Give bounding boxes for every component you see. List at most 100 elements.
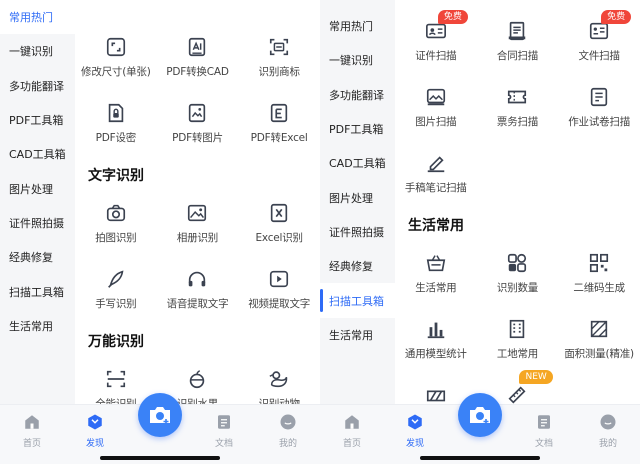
sidebar-item-id-photo[interactable]: 证件照拍摄 [320, 215, 395, 249]
home-indicator [100, 456, 220, 460]
sidebar-item-one-click[interactable]: 一键识别 [320, 43, 395, 77]
tool-label: 全能识别 [95, 398, 137, 404]
camera-icon [470, 407, 490, 424]
sidebar-item-restore[interactable]: 经典修复 [0, 240, 75, 274]
tool-label: 手写识别 [95, 298, 137, 310]
tool-trademark[interactable]: 识别商标 [238, 26, 320, 92]
sidebar-item-life[interactable]: 生活常用 [320, 318, 395, 352]
tool-label: 证件扫描 [415, 50, 457, 62]
sidebar-item-restore[interactable]: 经典修复 [320, 249, 395, 283]
tab-label: 发现 [85, 439, 104, 449]
new-badge: NEW [519, 370, 553, 384]
sidebar-item-image[interactable]: 图片处理 [0, 171, 75, 205]
tool-voice-extract[interactable]: 语音提取文字 [157, 258, 239, 324]
home-indicator [420, 456, 540, 460]
pdf-to-cad-icon [189, 37, 206, 57]
resize-icon [106, 37, 125, 57]
tab-label: 发现 [405, 439, 424, 449]
tool-excel-recognize[interactable]: Excel识别 [238, 192, 320, 258]
tool-handwriting[interactable]: 手写识别 [75, 258, 157, 324]
tab-home[interactable]: 首页 [7, 413, 57, 449]
sidebar-item-pdf[interactable]: PDF工具箱 [0, 103, 75, 137]
tool-label: Excel识别 [255, 232, 303, 244]
tool-area-measure[interactable]: 面积测量(精准) [558, 308, 640, 374]
tool-ticket-scan[interactable]: 票务扫描 [477, 76, 559, 142]
tool-pdf-to-image[interactable]: PDF转图片 [157, 92, 239, 158]
tool-pdf-lock[interactable]: PDF设密 [75, 92, 157, 158]
tool-notes-scan[interactable]: 手稿笔记扫描 [395, 142, 477, 208]
tool-count[interactable]: 识别数量 [477, 242, 559, 308]
tool-pdf-to-cad[interactable]: PDF转换CAD [157, 26, 239, 92]
camera-button[interactable] [138, 393, 182, 437]
tool-animal[interactable]: 识别动物 [238, 358, 320, 404]
area-measure-icon [590, 320, 608, 338]
tool-label: PDF转换CAD [166, 66, 229, 78]
tool-label: 识别动物 [258, 398, 300, 404]
excel-recognize-icon [270, 203, 288, 223]
tool-photo-recognize[interactable]: 拍图识别 [75, 192, 157, 258]
tool-file-scan[interactable]: 文件扫描 免费 [558, 10, 640, 76]
tool-label: 图片扫描 [415, 116, 457, 128]
handwriting-icon [107, 270, 124, 288]
tool-label: 视频提取文字 [248, 298, 311, 310]
tool-row: 手稿笔记扫描 [395, 142, 640, 208]
camera-button[interactable] [458, 393, 502, 437]
tool-construction[interactable]: 工地常用 [477, 308, 559, 374]
tab-documents[interactable]: 文档 [199, 413, 249, 449]
tool-label: PDF转图片 [172, 132, 223, 144]
voice-extract-icon [189, 271, 206, 287]
tab-home[interactable]: 首页 [327, 413, 377, 449]
sidebar-item-pdf[interactable]: PDF工具箱 [320, 112, 395, 146]
album-recognize-icon [188, 204, 207, 222]
image-scan-icon [426, 88, 445, 106]
tool-row: 图片扫描 票务扫描 作业试卷扫描 [395, 76, 640, 142]
tool-label: 票务扫描 [496, 116, 539, 128]
sidebar-item-cad[interactable]: CAD工具箱 [320, 146, 395, 180]
sidebar-item-life[interactable]: 生活常用 [0, 309, 75, 343]
discover-icon [88, 414, 102, 430]
tool-video-extract[interactable]: 视频提取文字 [238, 258, 320, 324]
sidebar-item-id-photo[interactable]: 证件照拍摄 [0, 206, 75, 240]
pdf-to-image-icon [189, 103, 206, 123]
tool-life[interactable]: 生活常用 [395, 242, 477, 308]
bottom-tab-bar: 首页 发现 文档 我的 [0, 393, 320, 464]
sidebar-item-cad[interactable]: CAD工具箱 [0, 137, 75, 171]
tool-album-recognize[interactable]: 相册识别 [157, 192, 239, 258]
tool-contract-scan[interactable]: 合同扫描 [477, 10, 559, 76]
sidebar-item-scan[interactable]: 扫描工具箱 [0, 274, 75, 308]
tool-exam-scan[interactable]: 作业试卷扫描 [558, 76, 640, 142]
tools-content: 修改尺寸(单张) PDF转换CAD 识别商标 PDF设密 PDF转图片 PDF转… [75, 0, 320, 404]
tool-image-scan[interactable]: 图片扫描 [395, 76, 477, 142]
bar-chart-icon [427, 322, 445, 339]
tool-pdf-to-excel[interactable]: PDF转Excel [238, 92, 320, 158]
hatch-icon [426, 390, 445, 402]
sidebar-item-hot[interactable]: 常用热门 [320, 9, 395, 43]
tool-label: 语音提取文字 [166, 298, 229, 310]
scan-all-icon [106, 370, 125, 388]
pdf-lock-icon [108, 103, 124, 123]
tool-scan-all[interactable]: 全能识别 [75, 358, 157, 404]
sidebar-item-image[interactable]: 图片处理 [320, 180, 395, 214]
tool-model-stats[interactable]: 通用模型统计 [395, 308, 477, 374]
section-title-life: 生活常用 [408, 218, 464, 234]
tab-discover[interactable]: 发现 [70, 413, 120, 449]
tool-label: 修改尺寸(单张) [81, 66, 151, 78]
sidebar-item-translate[interactable]: 多功能翻译 [0, 69, 75, 103]
tab-profile[interactable]: 我的 [583, 413, 633, 449]
tab-label: 文档 [534, 439, 553, 449]
sidebar-item-one-click[interactable]: 一键识别 [0, 34, 75, 68]
tool-id-scan[interactable]: 证件扫描 免费 [395, 10, 477, 76]
tool-resize[interactable]: 修改尺寸(单张) [75, 26, 157, 92]
tab-discover[interactable]: 发现 [390, 413, 440, 449]
document-icon [218, 415, 230, 429]
tool-qrcode[interactable]: 二维码生成 [558, 242, 640, 308]
sidebar-item-translate[interactable]: 多功能翻译 [320, 78, 395, 112]
tool-label: 面积测量(精准) [564, 348, 634, 360]
tab-profile[interactable]: 我的 [263, 413, 313, 449]
basket-icon [426, 255, 446, 272]
sidebar-item-scan[interactable]: 扫描工具箱 [320, 283, 395, 318]
sidebar-item-hot[interactable]: 常用热门 [0, 0, 75, 35]
section-title-universal-recognition: 万能识别 [88, 334, 144, 350]
tab-documents[interactable]: 文档 [519, 413, 569, 449]
home-icon [25, 415, 39, 429]
